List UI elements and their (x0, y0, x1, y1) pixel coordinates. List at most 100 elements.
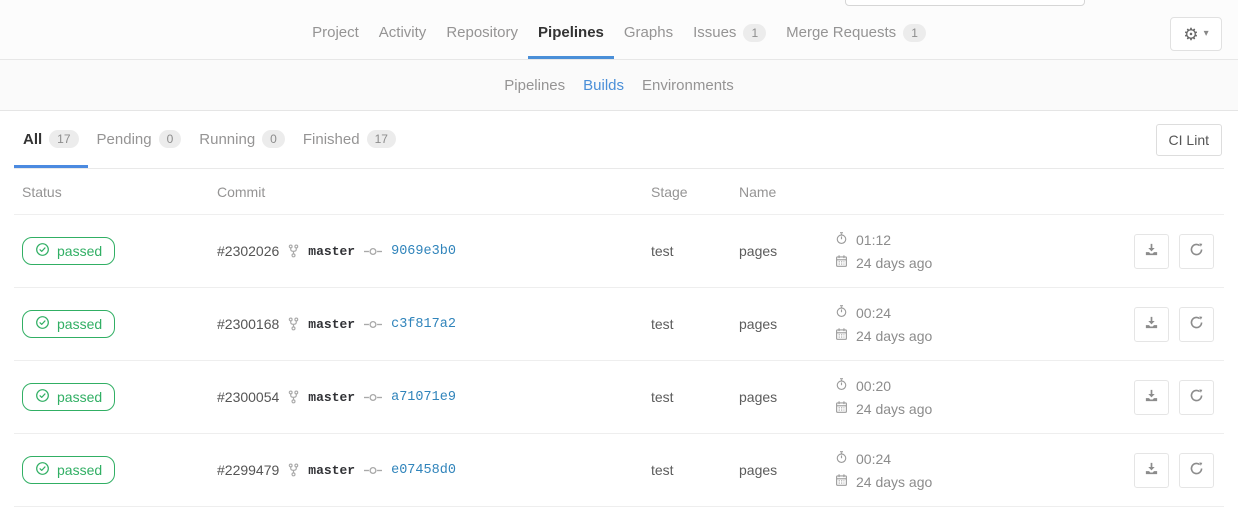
calendar-icon (835, 254, 848, 271)
build-stage: test (641, 316, 729, 332)
branch-icon (288, 390, 299, 404)
commit-sha-link[interactable]: c3f817a2 (391, 317, 456, 332)
nav-item-pipelines[interactable]: Pipelines (528, 6, 614, 59)
build-finished-at: 24 days ago (835, 473, 1123, 490)
builds-table: Status Commit Stage Name passed #2302026 (14, 169, 1224, 507)
build-scope-tabs: All 17 Pending 0 Running 0 Finished 17 (14, 111, 1224, 168)
retry-build-button[interactable] (1179, 307, 1214, 342)
check-circle-icon (35, 242, 50, 260)
commit-sha-link[interactable]: 9069e3b0 (391, 244, 456, 259)
build-name-link[interactable]: pages (739, 243, 777, 259)
column-header-stage: Stage (641, 184, 729, 200)
build-status-badge[interactable]: passed (22, 237, 115, 265)
retry-build-button[interactable] (1179, 380, 1214, 415)
tab-all-count: 17 (49, 130, 78, 148)
build-status-badge[interactable]: passed (22, 310, 115, 338)
tab-pending[interactable]: Pending 0 (88, 113, 191, 168)
stopwatch-icon (835, 450, 848, 467)
nav-item-repository[interactable]: Repository (436, 6, 528, 59)
subnav-item-builds[interactable]: Builds (583, 77, 624, 94)
nav-item-graphs[interactable]: Graphs (614, 6, 683, 59)
commit-icon (364, 465, 382, 476)
issues-count-badge: 1 (743, 24, 766, 42)
build-status-badge[interactable]: passed (22, 383, 115, 411)
table-body: passed #2302026 master 9 (14, 215, 1224, 507)
branch-link[interactable]: master (308, 244, 355, 259)
branch-link[interactable]: master (308, 317, 355, 332)
build-finished-at: 24 days ago (835, 327, 1123, 344)
commit-icon (364, 319, 382, 330)
branch-icon (288, 317, 299, 331)
subnav-item-pipelines[interactable]: Pipelines (504, 77, 565, 94)
build-id-link[interactable]: #2300054 (217, 389, 279, 405)
build-duration: 00:24 (835, 450, 1123, 467)
branch-link[interactable]: master (308, 390, 355, 405)
calendar-icon (835, 400, 848, 417)
table-row: passed #2300168 master c (14, 288, 1224, 361)
ci-lint-button[interactable]: CI Lint (1156, 124, 1222, 156)
retry-icon (1189, 315, 1204, 333)
tab-running[interactable]: Running 0 (190, 113, 294, 168)
builds-filter-bar: All 17 Pending 0 Running 0 Finished 17 C… (14, 111, 1224, 169)
branch-link[interactable]: master (308, 463, 355, 478)
column-header-status: Status (14, 184, 207, 200)
tab-pending-count: 0 (159, 130, 182, 148)
table-header-row: Status Commit Stage Name (14, 169, 1224, 215)
commit-icon (364, 246, 382, 257)
build-duration: 01:12 (835, 231, 1123, 248)
commit-sha-link[interactable]: a71071e9 (391, 390, 456, 405)
build-duration: 00:24 (835, 304, 1123, 321)
chevron-down-icon: ▾ (1204, 29, 1209, 39)
branch-icon (288, 463, 299, 477)
nav-item-merge-requests[interactable]: Merge Requests 1 (776, 6, 936, 59)
download-artifacts-button[interactable] (1134, 380, 1169, 415)
tab-finished-count: 17 (367, 130, 396, 148)
download-artifacts-button[interactable] (1134, 307, 1169, 342)
subnav-item-environments[interactable]: Environments (642, 77, 734, 94)
tab-all[interactable]: All 17 (14, 113, 88, 168)
retry-build-button[interactable] (1179, 453, 1214, 488)
table-row: passed #2299479 master e (14, 434, 1224, 507)
project-nav: Project Activity Repository Pipelines Gr… (0, 0, 1238, 59)
download-icon (1144, 242, 1159, 260)
download-artifacts-button[interactable] (1134, 453, 1169, 488)
build-stage: test (641, 462, 729, 478)
build-finished-at: 24 days ago (835, 400, 1123, 417)
pipelines-subnav: Pipelines Builds Environments (0, 60, 1238, 111)
build-stage: test (641, 389, 729, 405)
build-id-link[interactable]: #2299479 (217, 462, 279, 478)
build-name-link[interactable]: pages (739, 462, 777, 478)
download-icon (1144, 388, 1159, 406)
nav-item-activity[interactable]: Activity (369, 6, 437, 59)
calendar-icon (835, 327, 848, 344)
build-id-link[interactable]: #2302026 (217, 243, 279, 259)
gear-icon: ⚙ (1183, 26, 1198, 43)
project-header: Project Activity Repository Pipelines Gr… (0, 0, 1238, 60)
branch-icon (288, 244, 299, 258)
build-name-link[interactable]: pages (739, 316, 777, 332)
build-id-link[interactable]: #2300168 (217, 316, 279, 332)
build-status-badge[interactable]: passed (22, 456, 115, 484)
table-row: passed #2302026 master 9 (14, 215, 1224, 288)
commit-icon (364, 392, 382, 403)
column-header-name: Name (729, 184, 825, 200)
merge-requests-count-badge: 1 (903, 24, 926, 42)
tab-running-count: 0 (262, 130, 285, 148)
retry-icon (1189, 461, 1204, 479)
commit-sha-link[interactable]: e07458d0 (391, 463, 456, 478)
retry-icon (1189, 388, 1204, 406)
settings-dropdown-button[interactable]: ⚙ ▾ (1170, 17, 1222, 51)
check-circle-icon (35, 461, 50, 479)
build-name-link[interactable]: pages (739, 389, 777, 405)
nav-item-issues[interactable]: Issues 1 (683, 6, 776, 59)
retry-icon (1189, 242, 1204, 260)
nav-item-project[interactable]: Project (302, 6, 369, 59)
download-icon (1144, 315, 1159, 333)
download-artifacts-button[interactable] (1134, 234, 1169, 269)
download-icon (1144, 461, 1159, 479)
tab-finished[interactable]: Finished 17 (294, 113, 405, 168)
calendar-icon (835, 473, 848, 490)
retry-build-button[interactable] (1179, 234, 1214, 269)
stopwatch-icon (835, 304, 848, 321)
search-input[interactable] (845, 0, 1085, 6)
